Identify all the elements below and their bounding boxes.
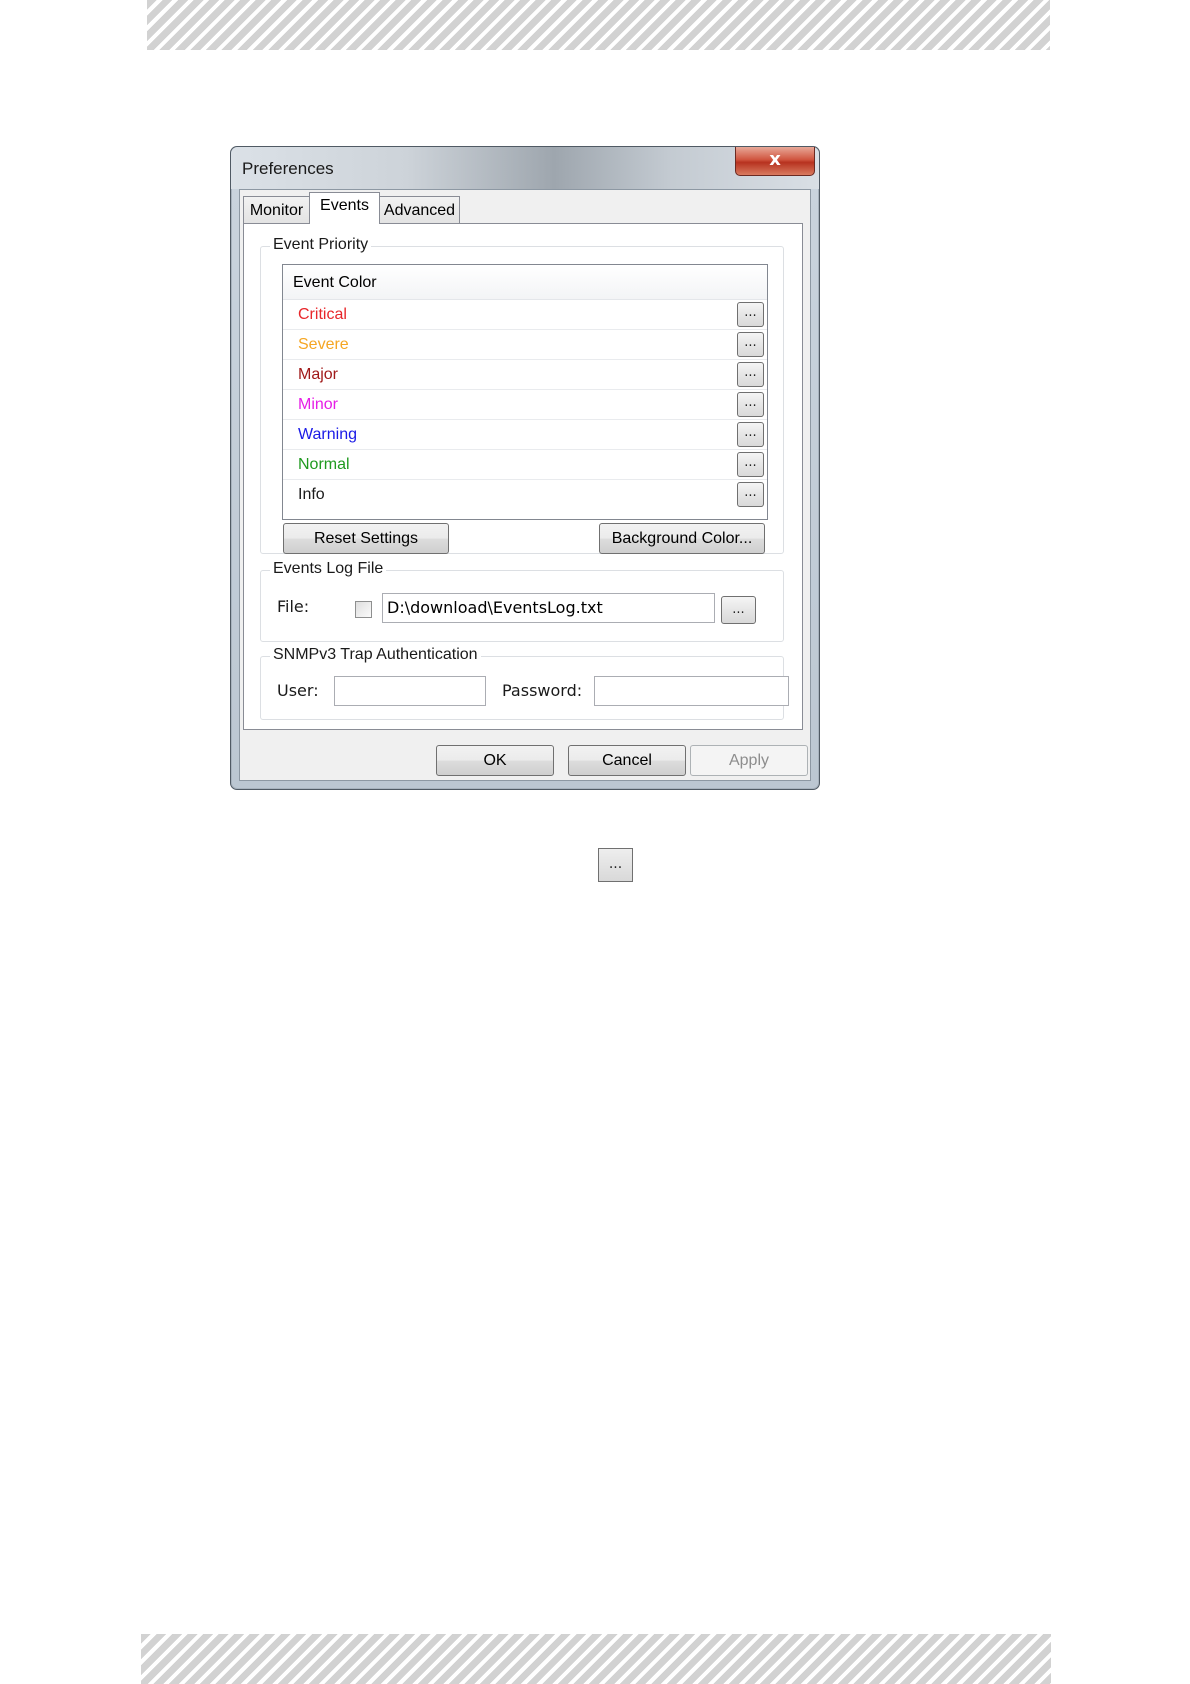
snmpv3-group: SNMPv3 Trap Authentication User: Passwor… (260, 646, 789, 720)
list-item[interactable]: Normal ... (283, 450, 767, 480)
reset-settings-button[interactable]: Reset Settings (283, 523, 449, 554)
normal-color-button[interactable]: ... (737, 452, 764, 477)
tab-events[interactable]: Events (309, 192, 380, 224)
close-button[interactable]: x (735, 147, 815, 176)
cancel-button[interactable]: Cancel (568, 745, 686, 776)
column-header-event-color[interactable]: Event Color (283, 265, 767, 300)
background-color-button[interactable]: Background Color... (599, 523, 765, 554)
dialog-client-area: Monitor Events Advanced Event Priority E… (239, 189, 811, 781)
event-label-minor: Minor (298, 396, 339, 413)
event-label-critical: Critical (298, 306, 347, 323)
event-label-severe: Severe (298, 336, 349, 353)
password-field[interactable] (594, 676, 789, 706)
list-item[interactable]: Severe ... (283, 330, 767, 360)
event-label-info: Info (298, 486, 325, 503)
list-item[interactable]: Critical ... (283, 300, 767, 330)
severe-color-button[interactable]: ... (737, 332, 764, 357)
events-log-file-group: Events Log File File: D:\download\Events… (260, 560, 784, 642)
event-label-major: Major (298, 366, 339, 383)
snmpv3-label: SNMPv3 Trap Authentication (270, 646, 481, 664)
event-label-warning: Warning (298, 426, 357, 443)
event-priority-label: Event Priority (270, 236, 372, 254)
header-decorative-band (147, 0, 1050, 50)
apply-button[interactable]: Apply (690, 745, 808, 776)
browse-file-button[interactable]: ... (721, 596, 756, 624)
event-label-normal: Normal (298, 456, 350, 473)
close-icon: x (769, 149, 781, 170)
event-priority-group: Event Priority Event Color Critical ... … (260, 236, 784, 554)
event-color-list[interactable]: Event Color Critical ... Severe ... Majo… (282, 264, 768, 520)
window-title: Preferences (242, 159, 334, 178)
user-label: User: (277, 681, 319, 700)
password-label: Password: (502, 681, 583, 700)
log-file-checkbox[interactable] (355, 601, 372, 618)
minor-color-button[interactable]: ... (737, 392, 764, 417)
log-file-path-field[interactable]: D:\download\EventsLog.txt (382, 593, 715, 623)
info-color-button[interactable]: ... (737, 482, 764, 507)
preferences-dialog: Preferences x Monitor Events Advanced Ev… (230, 146, 820, 790)
file-label: File: (277, 597, 310, 616)
ok-button[interactable]: OK (436, 745, 554, 776)
warning-color-button[interactable]: ... (737, 422, 764, 447)
user-field[interactable] (334, 676, 486, 706)
footer-decorative-band (141, 1634, 1051, 1684)
events-log-file-label: Events Log File (270, 560, 387, 578)
title-bar[interactable]: Preferences x (231, 147, 819, 189)
list-item[interactable]: Warning ... (283, 420, 767, 450)
list-item[interactable]: Major ... (283, 360, 767, 390)
critical-color-button[interactable]: ... (737, 302, 764, 327)
ellipsis-button-sample[interactable]: ... (598, 848, 633, 882)
tab-monitor[interactable]: Monitor (243, 196, 310, 223)
list-item[interactable]: Minor ... (283, 390, 767, 420)
major-color-button[interactable]: ... (737, 362, 764, 387)
events-tab-page: Event Priority Event Color Critical ... … (243, 223, 803, 730)
list-item[interactable]: Info ... (283, 480, 767, 510)
tab-advanced[interactable]: Advanced (379, 196, 460, 223)
